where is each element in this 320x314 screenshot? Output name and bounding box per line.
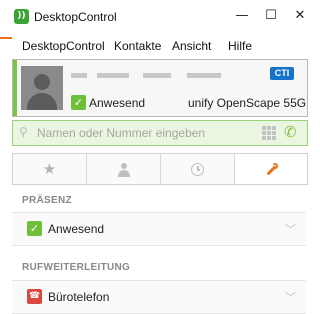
tab-contacts[interactable] — [87, 154, 161, 184]
forwarding-select[interactable]: ☎ Bürotelefon ﹀ — [12, 280, 306, 314]
check-icon: ✓ — [27, 221, 42, 236]
tab-bar: ★ — [12, 153, 308, 185]
section-title-presence: PRÄSENZ — [22, 195, 72, 206]
search-input[interactable] — [37, 124, 237, 142]
phone-icon[interactable]: ✆ — [284, 123, 302, 141]
menu-desktopcontrol[interactable]: DesktopControl — [22, 39, 105, 53]
redacted-name — [143, 73, 171, 78]
redacted-name — [71, 73, 87, 78]
redacted-name — [97, 73, 129, 78]
presence-status-label: Anwesend — [89, 96, 146, 110]
window-title: DesktopControl — [34, 10, 117, 24]
presence-select[interactable]: ✓ Anwesend ﹀ — [12, 212, 306, 246]
presence-value: Anwesend — [48, 222, 105, 236]
maximize-button[interactable]: ☐ — [257, 6, 285, 26]
wrench-icon — [263, 162, 279, 178]
status-indicator-bar — [13, 60, 17, 116]
tab-settings[interactable] — [235, 154, 307, 184]
minimize-button[interactable]: — — [228, 6, 256, 26]
search-bar: ⚲ ✆ — [12, 120, 308, 146]
chevron-down-icon: ﹀ — [285, 291, 296, 304]
app-logo-icon: )) — [14, 9, 29, 24]
forwarding-value: Bürotelefon — [48, 290, 110, 304]
avatar — [21, 66, 63, 110]
chevron-down-icon: ﹀ — [285, 223, 296, 236]
tab-history[interactable] — [161, 154, 235, 184]
menu-kontakte[interactable]: Kontakte — [114, 39, 161, 53]
person-icon — [117, 162, 131, 177]
avatar-head — [34, 74, 50, 90]
menu-bar: DesktopControl Kontakte Ansicht Hilfe — [0, 34, 317, 56]
dialpad-icon[interactable] — [262, 126, 276, 140]
redacted-name — [187, 73, 221, 78]
avatar-body — [27, 93, 57, 110]
device-label: unify OpenScape 55G — [188, 96, 307, 110]
check-icon: ✓ — [71, 95, 86, 110]
clock-icon — [191, 163, 204, 176]
search-icon: ⚲ — [19, 125, 28, 139]
menu-ansicht[interactable]: Ansicht — [172, 39, 211, 53]
office-phone-icon: ☎ — [27, 289, 42, 304]
star-icon: ★ — [42, 160, 57, 178]
section-title-forwarding: RUFWEITERLEITUNG — [22, 262, 131, 273]
title-bar: )) DesktopControl — ☐ ✕ — [0, 0, 317, 32]
close-button[interactable]: ✕ — [286, 6, 314, 26]
tab-favorites[interactable]: ★ — [13, 154, 87, 184]
menu-hilfe[interactable]: Hilfe — [228, 39, 252, 53]
cti-badge: CTI — [270, 67, 294, 80]
own-contact-card[interactable]: CTI ✓ Anwesend unify OpenScape 55G — [12, 59, 308, 117]
